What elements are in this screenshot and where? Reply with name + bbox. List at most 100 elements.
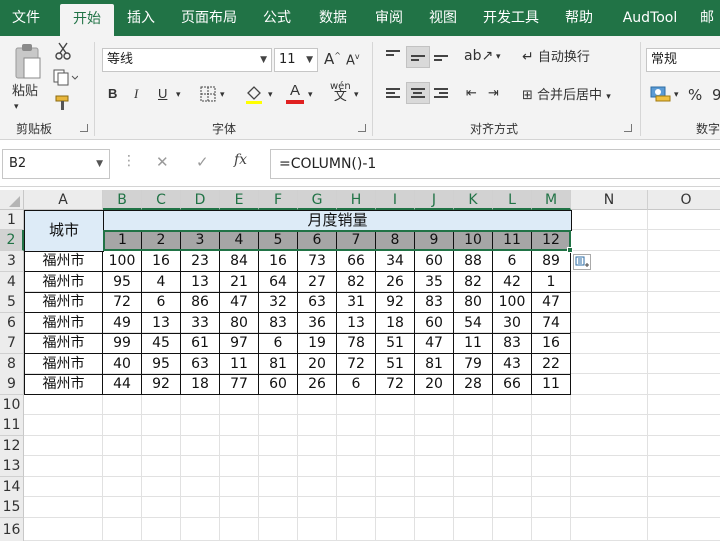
column-header-d[interactable]: D — [181, 190, 220, 210]
enter-icon[interactable]: ✓ — [196, 153, 209, 171]
row-header-11[interactable]: 11 — [0, 415, 24, 436]
cell-value[interactable]: 92 — [376, 292, 415, 313]
column-header-e[interactable]: E — [220, 190, 259, 210]
row-header-1[interactable]: 1 — [0, 210, 24, 230]
cell-value[interactable]: 79 — [454, 354, 493, 375]
cell-a1-city-header[interactable]: 城市 — [24, 210, 104, 252]
cell-value[interactable]: 34 — [376, 251, 415, 272]
tab-formulas[interactable]: 公式 — [254, 0, 300, 36]
cell-value[interactable]: 6 — [337, 374, 376, 395]
cell-value[interactable]: 74 — [532, 313, 571, 334]
underline-button[interactable]: U — [158, 86, 167, 101]
tab-developer[interactable]: 开发工具 — [476, 0, 546, 36]
tab-view[interactable]: 视图 — [420, 0, 466, 36]
cell-value[interactable]: 11 — [532, 374, 571, 395]
paste-button[interactable] — [10, 42, 44, 82]
cell-value[interactable]: 47 — [415, 333, 454, 354]
column-header-g[interactable]: G — [298, 190, 337, 210]
cell-value[interactable]: 13 — [337, 313, 376, 334]
cell-value[interactable]: 83 — [415, 292, 454, 313]
paste-label[interactable]: 粘贴 — [12, 80, 38, 99]
cell-value[interactable]: 33 — [181, 313, 220, 334]
cell-value[interactable]: 80 — [220, 313, 259, 334]
cell-value[interactable]: 30 — [493, 313, 532, 334]
cell-value[interactable]: 72 — [376, 374, 415, 395]
font-launcher-icon[interactable] — [358, 124, 366, 132]
column-header-b[interactable]: B — [103, 190, 142, 210]
column-header-a[interactable]: A — [24, 190, 103, 210]
cell-value[interactable]: 16 — [142, 251, 181, 272]
copy-button[interactable] — [52, 68, 79, 86]
cell-value[interactable]: 16 — [532, 333, 571, 354]
bold-button[interactable]: B — [108, 86, 117, 101]
borders-dropdown-icon[interactable]: ▾ — [220, 90, 225, 100]
cell-city[interactable]: 福州市 — [24, 354, 103, 375]
cell-value[interactable]: 92 — [142, 374, 181, 395]
underline-dropdown-icon[interactable]: ▾ — [176, 90, 181, 100]
merge-center-button[interactable]: ⊞ 合并后居中 ▾ — [522, 84, 636, 108]
increase-indent-icon[interactable]: ⇥ — [488, 86, 499, 101]
cell-value[interactable]: 31 — [337, 292, 376, 313]
select-all-corner[interactable] — [0, 190, 24, 210]
cell-value[interactable]: 51 — [376, 333, 415, 354]
cancel-icon[interactable]: ✕ — [156, 153, 169, 171]
cell-value[interactable]: 23 — [181, 251, 220, 272]
cell-value[interactable]: 77 — [220, 374, 259, 395]
cell-value[interactable]: 28 — [454, 374, 493, 395]
row-header-13[interactable]: 13 — [0, 456, 24, 477]
row-header-2[interactable]: 2 — [0, 230, 24, 251]
cell-value[interactable]: 40 — [103, 354, 142, 375]
row-header-3[interactable]: 3 — [0, 251, 24, 272]
cell-value[interactable]: 95 — [142, 354, 181, 375]
cell-value[interactable]: 26 — [298, 374, 337, 395]
cell-value[interactable]: 100 — [493, 292, 532, 313]
cell-value[interactable]: 18 — [181, 374, 220, 395]
cell-city[interactable]: 福州市 — [24, 251, 103, 272]
cell-value[interactable]: 26 — [376, 272, 415, 293]
row-header-12[interactable]: 12 — [0, 436, 24, 457]
cell-value[interactable]: 81 — [259, 354, 298, 375]
column-header-f[interactable]: F — [259, 190, 298, 210]
cell-value[interactable]: 47 — [532, 292, 571, 313]
cell-value[interactable]: 20 — [415, 374, 454, 395]
cell-value[interactable]: 72 — [103, 292, 142, 313]
cell-value[interactable]: 60 — [259, 374, 298, 395]
row-header-6[interactable]: 6 — [0, 313, 24, 334]
cell-value[interactable]: 13 — [142, 313, 181, 334]
cell-city[interactable]: 福州市 — [24, 333, 103, 354]
column-header-m[interactable]: M — [532, 190, 571, 210]
cell-value[interactable]: 95 — [103, 272, 142, 293]
align-middle-icon[interactable] — [411, 51, 425, 63]
cell-value[interactable]: 97 — [220, 333, 259, 354]
column-header-h[interactable]: H — [337, 190, 376, 210]
tab-insert[interactable]: 插入 — [118, 0, 164, 36]
cell-value[interactable]: 72 — [337, 354, 376, 375]
cell-value[interactable]: 63 — [298, 292, 337, 313]
cell-value[interactable]: 43 — [493, 354, 532, 375]
cell-value[interactable]: 84 — [220, 251, 259, 272]
row-header-9[interactable]: 9 — [0, 374, 24, 395]
shrink-font-button[interactable]: Av — [346, 52, 360, 68]
borders-button[interactable] — [200, 86, 216, 102]
cell-city[interactable]: 福州市 — [24, 313, 103, 334]
column-header-l[interactable]: L — [493, 190, 532, 210]
cell-value[interactable]: 51 — [376, 354, 415, 375]
row-header-8[interactable]: 8 — [0, 354, 24, 375]
cell-value[interactable]: 82 — [337, 272, 376, 293]
fill-handle[interactable] — [567, 247, 573, 253]
cell-value[interactable]: 18 — [376, 313, 415, 334]
cell-value[interactable]: 13 — [181, 272, 220, 293]
cell-value[interactable]: 82 — [454, 272, 493, 293]
row-header-16[interactable]: 16 — [0, 518, 24, 541]
cell-value[interactable]: 54 — [454, 313, 493, 334]
wrap-text-button[interactable]: ↵ 自动换行 — [522, 46, 636, 70]
align-bottom-icon[interactable] — [434, 51, 448, 63]
decrease-indent-icon[interactable]: ⇤ — [466, 86, 477, 101]
cell-value[interactable]: 11 — [220, 354, 259, 375]
cell-value[interactable]: 42 — [493, 272, 532, 293]
grow-font-button[interactable]: A^ — [324, 50, 341, 68]
row-header-5[interactable]: 5 — [0, 292, 24, 313]
cell-value[interactable]: 60 — [415, 251, 454, 272]
cell-b1-title[interactable]: 月度销量 — [103, 210, 572, 231]
cell-value[interactable]: 22 — [532, 354, 571, 375]
